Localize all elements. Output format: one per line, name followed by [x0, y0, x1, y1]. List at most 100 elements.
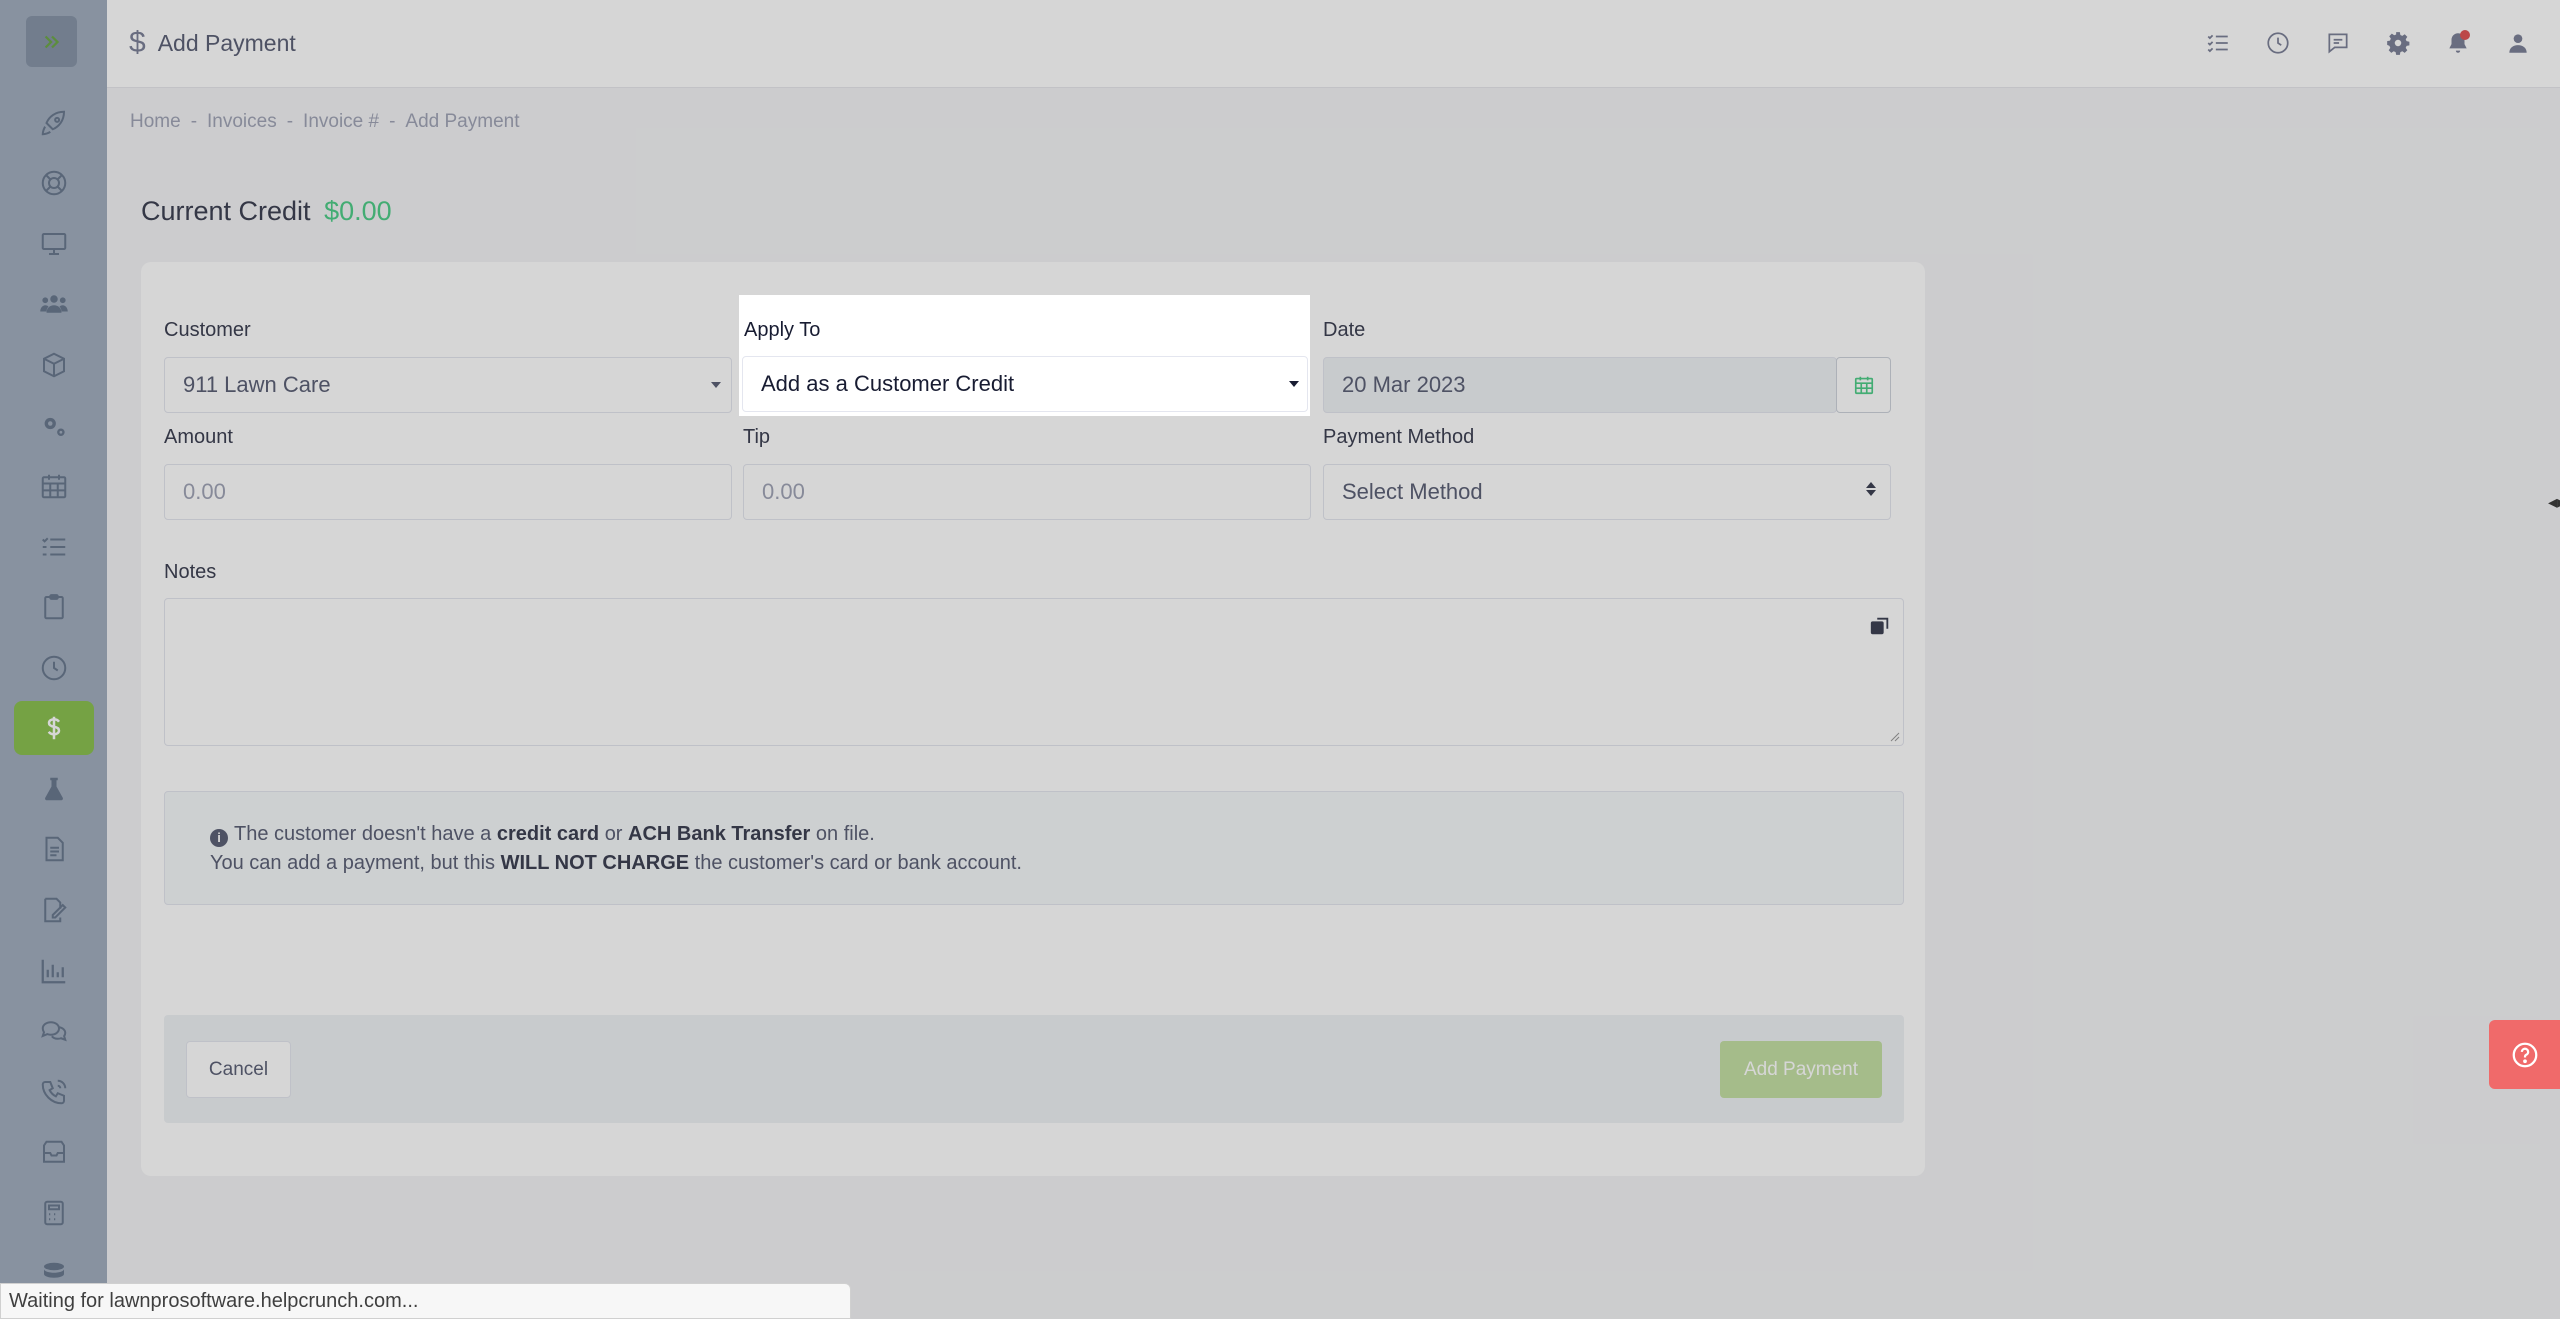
alert-text: You can add a payment, but this — [210, 852, 496, 874]
calculator-icon — [44, 1200, 64, 1226]
notes-label: Notes — [164, 561, 217, 583]
alert-text: or — [604, 823, 623, 845]
lifebuoy-icon — [41, 170, 67, 196]
sidebar-item-support[interactable] — [14, 156, 94, 210]
sidebar-item-customers[interactable] — [14, 277, 94, 331]
amount-placeholder: 0.00 — [183, 479, 226, 504]
signature-icon — [44, 897, 67, 923]
users-icon — [40, 295, 68, 313]
breadcrumb-separator: - — [190, 111, 198, 132]
current-credit: Current Credit $0.00 — [141, 196, 392, 227]
alert-bold-will-not-charge: WILL NOT CHARGE — [500, 852, 690, 874]
dollar-icon — [47, 716, 61, 740]
sidebar-item-rocket[interactable] — [14, 96, 94, 150]
double-chevron-right-icon — [44, 35, 59, 48]
apply-to-value: Add as a Customer Credit — [761, 371, 1015, 396]
payment-method-select[interactable]: Select Method — [1323, 464, 1891, 520]
resize-grip-icon[interactable] — [1888, 730, 1900, 742]
sidebar-item-inbox[interactable] — [14, 1126, 94, 1180]
sidebar-item-contracts[interactable] — [14, 883, 94, 937]
customer-select[interactable]: 911 Lawn Care — [164, 357, 732, 413]
page-header-title: $ Add Payment — [129, 26, 296, 60]
message-icon — [2328, 33, 2348, 54]
dollar-icon: $ — [129, 26, 146, 59]
chat-icon — [41, 1021, 67, 1042]
amount-input[interactable]: 0.00 — [164, 464, 732, 520]
alert-bold-credit-card: credit card — [496, 823, 600, 845]
tip-input[interactable]: 0.00 — [743, 464, 1311, 520]
sidebar-item-reports[interactable] — [14, 944, 94, 998]
current-credit-label: Current Credit — [141, 196, 311, 226]
calendar-icon — [1854, 376, 1873, 395]
payment-method-label: Payment Method — [1323, 426, 1475, 448]
settings-button[interactable] — [2380, 25, 2416, 61]
sidebar-item-products[interactable] — [14, 338, 94, 392]
gear-icon — [2387, 32, 2410, 55]
amount-label: Amount — [164, 426, 233, 448]
notifications-button[interactable] — [2440, 25, 2476, 61]
sidebar-item-calendar[interactable] — [14, 459, 94, 513]
date-value: 20 Mar 2023 — [1342, 372, 1466, 397]
breadcrumb-current: Add Payment — [405, 111, 520, 132]
top-header: $ Add Payment — [107, 0, 2560, 88]
apply-to-select[interactable]: Add as a Customer Credit — [742, 356, 1308, 412]
sidebar-item-clipboard[interactable] — [14, 580, 94, 634]
tip-label: Tip — [743, 426, 771, 448]
header-actions — [2200, 25, 2536, 61]
breadcrumb-separator: - — [389, 111, 396, 132]
sidebar — [0, 0, 107, 1319]
notification-dot — [2460, 30, 2470, 40]
sidebar-item-documents[interactable] — [14, 822, 94, 876]
payment-method-value: Select Method — [1342, 479, 1483, 504]
breadcrumb-invoices[interactable]: Invoices — [207, 111, 277, 133]
clipboard-icon — [44, 594, 64, 620]
sidebar-item-lab[interactable] — [14, 762, 94, 816]
sidebar-item-time[interactable] — [14, 641, 94, 695]
calendar-icon — [41, 474, 67, 499]
alert-text: the customer's card or bank account. — [694, 852, 1022, 874]
tasks-button[interactable] — [2200, 25, 2236, 61]
date-input[interactable]: 20 Mar 2023 — [1323, 357, 1837, 413]
clock-icon — [2267, 32, 2289, 54]
current-credit-amount: $0.00 — [324, 196, 392, 226]
caret-down-icon — [1289, 381, 1299, 387]
flask-icon — [45, 777, 63, 801]
sidebar-item-estimates[interactable] — [14, 1186, 94, 1240]
alert-bold-ach: ACH Bank Transfer — [628, 823, 811, 845]
alert-line-2: You can add a payment, but this WILL NOT… — [210, 849, 1903, 878]
sidebar-item-dashboard[interactable] — [14, 217, 94, 271]
breadcrumb-home[interactable]: Home — [130, 111, 181, 133]
phone-icon — [41, 1079, 67, 1105]
messages-button[interactable] — [2320, 25, 2356, 61]
customer-label: Customer — [164, 319, 251, 341]
document-icon — [45, 836, 64, 862]
alert-text: on file. — [815, 823, 875, 845]
question-circle-icon — [2512, 1042, 2537, 1067]
sidebar-item-tasks[interactable] — [14, 520, 94, 574]
checklist-icon — [2207, 34, 2228, 53]
bar-chart-icon — [41, 959, 66, 984]
sidebar-item-messages[interactable] — [14, 1004, 94, 1058]
user-menu-button[interactable] — [2500, 25, 2536, 61]
date-picker-button[interactable] — [1836, 357, 1891, 413]
notes-textarea[interactable] — [164, 598, 1904, 746]
sidebar-item-settings[interactable] — [14, 399, 94, 453]
tip-placeholder: 0.00 — [762, 479, 805, 504]
inbox-icon — [43, 1140, 65, 1163]
sidebar-item-calls[interactable] — [14, 1065, 94, 1119]
history-button[interactable] — [2260, 25, 2296, 61]
info-icon: i — [210, 828, 228, 847]
select-arrows-icon — [1866, 482, 1876, 496]
caret-down-icon — [711, 382, 721, 388]
alert-line-1: i The customer doesn't have a credit card… — [210, 820, 1903, 849]
box-icon — [43, 352, 65, 378]
sidebar-item-payments[interactable] — [14, 701, 94, 755]
help-widget-button[interactable] — [2489, 1020, 2560, 1089]
sidebar-toggle-button[interactable] — [26, 16, 77, 67]
expand-editor-icon[interactable] — [1869, 615, 1891, 637]
add-payment-button[interactable]: Add Payment — [1720, 1041, 1882, 1098]
breadcrumb-invoice[interactable]: Invoice # — [303, 111, 379, 133]
rocket-icon — [41, 110, 66, 136]
page-title: Add Payment — [157, 29, 296, 56]
cancel-button[interactable]: Cancel — [186, 1041, 291, 1098]
